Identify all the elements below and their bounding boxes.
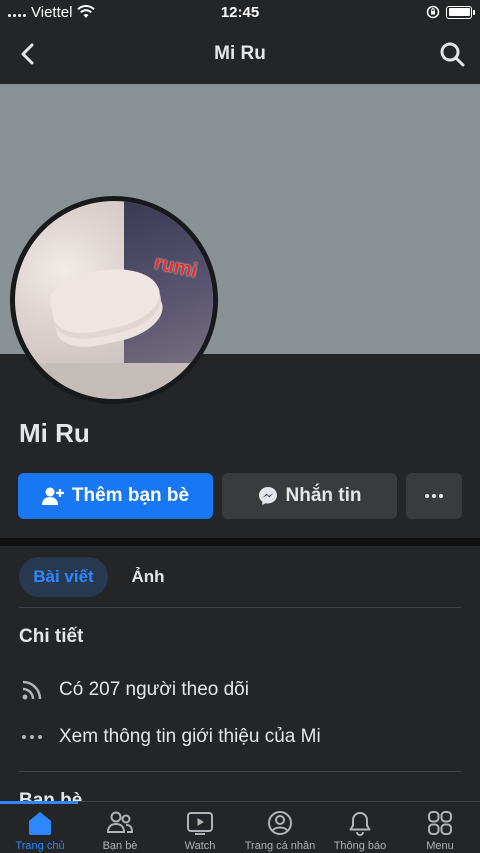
- page-title: Mi Ru: [214, 43, 266, 64]
- signal-icon: [8, 7, 26, 17]
- tabbar-label: Thông báo: [333, 840, 387, 852]
- more-options-button[interactable]: [406, 473, 462, 519]
- more-dots-icon: [19, 724, 45, 750]
- add-friend-label: Thêm bạn bè: [71, 485, 190, 506]
- divider: [19, 607, 461, 608]
- section-divider: [0, 538, 480, 546]
- tabbar-notifications[interactable]: Thông báo: [320, 802, 400, 853]
- bell-icon: [345, 808, 375, 838]
- followers-row: Có 207 người theo dõi: [19, 677, 249, 703]
- tab-photos[interactable]: Ảnh: [116, 557, 180, 597]
- message-button[interactable]: Nhắn tin: [222, 473, 397, 519]
- tabbar-watch[interactable]: Watch: [160, 802, 240, 853]
- tabbar-label: Trang chủ: [15, 840, 65, 852]
- profile-name: Mi Ru: [19, 418, 90, 448]
- tabbar-label: Menu: [426, 840, 454, 852]
- home-icon: [25, 808, 55, 838]
- tabbar-home[interactable]: Trang chủ: [0, 802, 80, 853]
- more-icon: [425, 494, 443, 498]
- details-title: Chi tiết: [19, 626, 84, 647]
- bottom-tab-bar: Trang chủ Bạn bè Watch Trang cá nhân Thô…: [0, 801, 480, 853]
- tabbar-label: Watch: [184, 840, 216, 852]
- tabbar-friends[interactable]: Bạn bè: [80, 802, 160, 853]
- tabbar-profile[interactable]: Trang cá nhân: [240, 802, 320, 853]
- avatar-image: rumi: [15, 201, 213, 399]
- orientation-lock-icon: [426, 5, 440, 19]
- back-icon[interactable]: [14, 40, 42, 68]
- carrier-label: Viettel: [31, 3, 73, 21]
- search-icon[interactable]: [438, 40, 466, 68]
- status-left: Viettel: [8, 3, 96, 21]
- watch-icon: [185, 808, 215, 838]
- add-friend-button[interactable]: Thêm bạn bè: [18, 473, 213, 519]
- rss-icon: [19, 677, 45, 703]
- divider: [19, 771, 461, 772]
- followers-text: Có 207 người theo dõi: [59, 679, 249, 700]
- tab-posts[interactable]: Bài viết: [19, 557, 108, 597]
- active-tab-indicator: [0, 801, 78, 804]
- tabbar-label: Trang cá nhân: [244, 840, 316, 852]
- profile-icon: [265, 808, 295, 838]
- about-text: Xem thông tin giới thiệu của Mi: [59, 726, 321, 747]
- status-bar: Viettel 12:45: [0, 0, 480, 24]
- add-friend-icon: [41, 487, 64, 505]
- message-label: Nhắn tin: [285, 485, 362, 506]
- battery-icon: [446, 5, 475, 19]
- avatar[interactable]: rumi: [10, 196, 218, 404]
- friends-icon: [105, 808, 135, 838]
- menu-icon: [425, 808, 455, 838]
- wifi-icon: [77, 5, 96, 18]
- messenger-icon: [258, 487, 277, 505]
- tabbar-menu[interactable]: Menu: [400, 802, 480, 853]
- about-row[interactable]: Xem thông tin giới thiệu của Mi: [19, 724, 321, 750]
- nav-bar: Mi Ru: [0, 24, 480, 84]
- tabbar-label: Bạn bè: [102, 840, 138, 852]
- status-right: [426, 5, 475, 19]
- status-time: 12:45: [220, 3, 260, 21]
